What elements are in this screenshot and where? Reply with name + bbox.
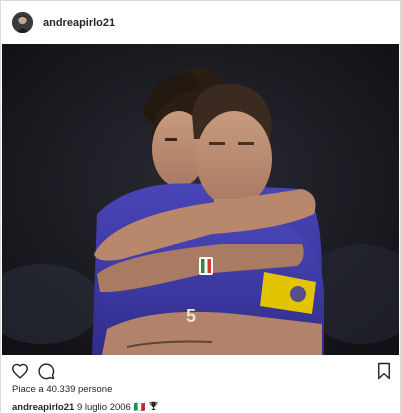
- post-photo-illustration: 5: [2, 44, 399, 355]
- like-button[interactable]: [10, 361, 30, 381]
- trophy-icon: [149, 401, 158, 414]
- heart-icon: [12, 363, 28, 379]
- caption-username[interactable]: andreapirlo21: [12, 402, 74, 413]
- user-avatar[interactable]: [12, 12, 33, 33]
- likes-count[interactable]: Piace a 40.339 persone: [12, 384, 112, 395]
- svg-text:5: 5: [186, 306, 196, 326]
- post-photo[interactable]: 5: [2, 44, 399, 355]
- save-button[interactable]: [374, 361, 394, 381]
- post-caption: andreapirlo21 9 luglio 2006 🇮🇹: [12, 401, 158, 414]
- instagram-post: andreapirlo21 5 Piace a 40.339 persone a…: [0, 0, 401, 414]
- avatar-image: [12, 12, 33, 33]
- post-username[interactable]: andreapirlo21: [43, 17, 115, 29]
- post-actions: [1, 359, 400, 383]
- post-header: andreapirlo21: [1, 1, 400, 44]
- bookmark-icon: [378, 362, 390, 380]
- comment-bubble-icon: [38, 363, 55, 380]
- caption-text: 9 luglio 2006 🇮🇹: [76, 402, 146, 414]
- comment-button[interactable]: [36, 361, 56, 381]
